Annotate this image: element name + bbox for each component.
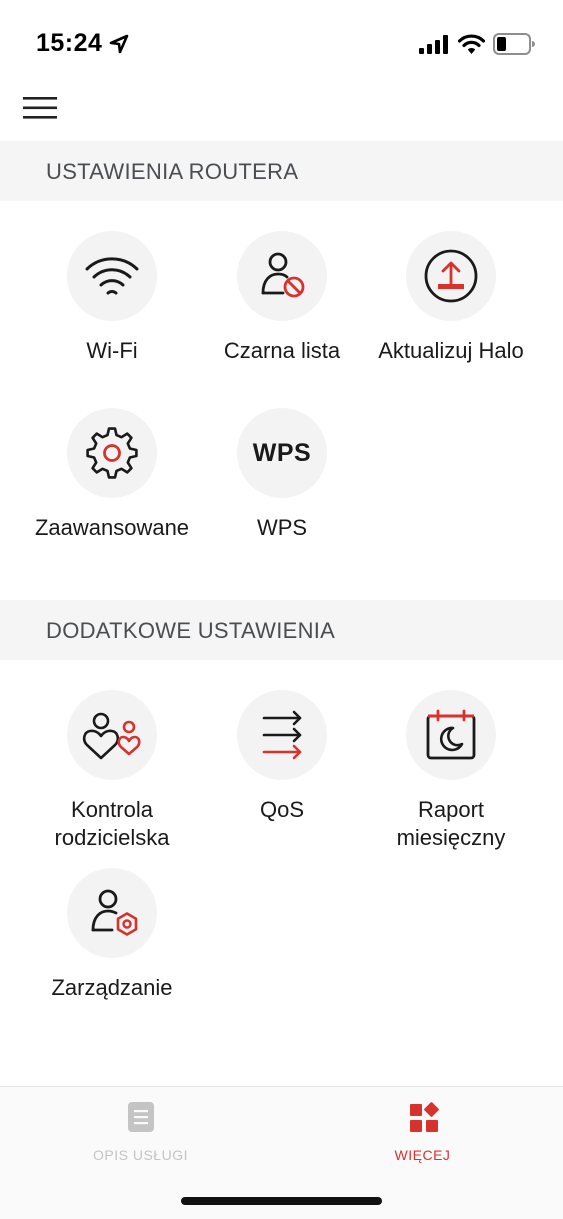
tile-wps-label: WPS [256,515,308,540]
tab-service-description[interactable]: OPIS USŁUGI [0,1087,281,1177]
tile-advanced[interactable]: Zaawansowane [27,408,197,558]
tile-management-circle [67,868,157,958]
tile-update-halo-label: Aktualizuj Halo [378,338,524,363]
tab-more-label: WIĘCEJ [394,1147,451,1163]
more-apps-icon [410,1102,439,1132]
tile-monthly-report-circle [406,690,496,780]
section-title-additional: DODATKOWE USTAWIENIA [46,618,336,643]
user-admin-icon [91,889,138,936]
tile-update-halo-circle [406,231,496,321]
tile-parental-control-circle [67,690,157,780]
tile-wifi-circle [67,231,157,321]
tab-more[interactable]: WIĘCEJ [282,1087,563,1177]
tile-qos-label: QoS [259,797,305,822]
tile-wifi-label: Wi-Fi [86,338,138,363]
tile-advanced-circle [67,408,157,498]
tile-parental-control-label: Kontrola rodzicielska [54,797,170,850]
tile-wps[interactable]: WPS WPS [197,408,367,558]
upload-update-icon [424,249,478,303]
section-title-router: USTAWIENIA ROUTERA [46,159,299,184]
location-arrow-icon [109,34,129,54]
tile-parental-control[interactable]: Kontrola rodzicielska [27,690,197,850]
tile-blacklist[interactable]: Czarna lista [197,231,367,381]
tile-management[interactable]: Zarządzanie [27,868,197,1018]
tile-monthly-report-label: Raport miesięczny [396,797,506,850]
tile-blacklist-label: Czarna lista [223,338,341,363]
home-indicator [181,1197,382,1205]
tile-monthly-report[interactable]: Raport miesięczny [366,690,536,850]
tile-wps-circle: WPS [237,408,327,498]
tile-management-label: Zarządzanie [51,975,173,1000]
monthly-report-calendar-icon [426,709,476,760]
tab-service-description-label: OPIS USŁUGI [93,1147,188,1163]
parental-control-icon [82,712,141,760]
tile-qos[interactable]: QoS [197,690,367,840]
hamburger-menu-button[interactable] [20,94,60,122]
wps-icon: WPS [252,439,312,467]
hamburger-menu-icon [23,97,57,119]
status-time: 15:24 [36,29,103,57]
gear-icon [86,427,138,479]
section-header-additional: DODATKOWE USTAWIENIA [0,600,563,660]
user-blocked-icon [261,252,305,298]
tile-advanced-label: Zaawansowane [34,515,190,540]
wifi-icon [85,257,139,295]
qos-arrows-icon [262,710,302,760]
battery-icon [493,33,535,55]
cellular-signal-icon [419,35,448,54]
wifi-status-icon [458,34,485,54]
section-header-router: USTAWIENIA ROUTERA [0,141,563,201]
status-bar: 15:24 [0,0,563,90]
tile-wifi[interactable]: Wi-Fi [27,231,197,381]
tile-update-halo[interactable]: Aktualizuj Halo [366,231,536,381]
tile-blacklist-circle [237,231,327,321]
tile-qos-circle [237,690,327,780]
document-icon [128,1102,154,1132]
